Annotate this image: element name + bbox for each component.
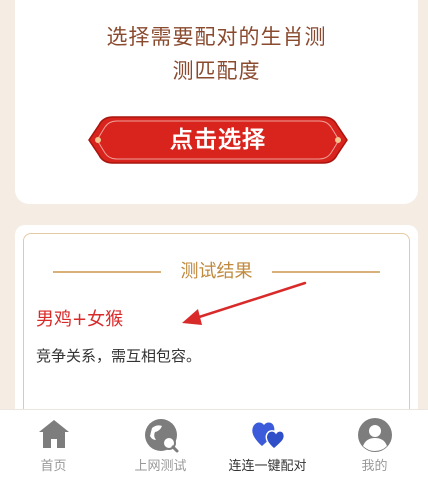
bottom-nav: 首页 上网测试 连连一键配对 我的 — [0, 409, 428, 478]
result-pair: 男鸡+女猴 — [36, 309, 124, 330]
prompt-line-2: 测匹配度 — [172, 59, 261, 83]
hearts-icon — [251, 422, 285, 450]
nav-item-profile[interactable]: 我的 — [321, 410, 428, 478]
home-icon — [38, 420, 69, 448]
nav-item-web-test[interactable]: 上网测试 — [107, 410, 214, 478]
globe-icon — [144, 419, 178, 453]
nav-label-home: 首页 — [40, 459, 67, 474]
result-heading-row: 测试结果 — [53, 260, 380, 284]
nav-item-pairing[interactable]: 连连一键配对 — [214, 410, 321, 478]
nav-label-profile: 我的 — [361, 459, 388, 474]
user-icon — [357, 418, 392, 452]
nav-item-home[interactable]: 首页 — [0, 410, 107, 478]
prompt-line-1: 选择需要配对的生肖测 — [106, 25, 327, 49]
select-button-label: 点击选择 — [170, 127, 266, 153]
result-card: 测试结果 男鸡+女猴 竞争关系，需互相包容。 — [15, 225, 418, 435]
nav-label-pairing: 连连一键配对 — [228, 459, 307, 474]
select-button[interactable]: 点击选择 — [87, 115, 349, 165]
select-card: 选择需要配对的生肖测 测匹配度 点击选择 — [15, 0, 418, 204]
select-prompt: 选择需要配对的生肖测 测匹配度 — [15, 20, 418, 88]
result-description: 竞争关系，需互相包容。 — [36, 347, 202, 365]
nav-label-web-test: 上网测试 — [134, 459, 187, 474]
heading-divider-right — [272, 271, 380, 273]
